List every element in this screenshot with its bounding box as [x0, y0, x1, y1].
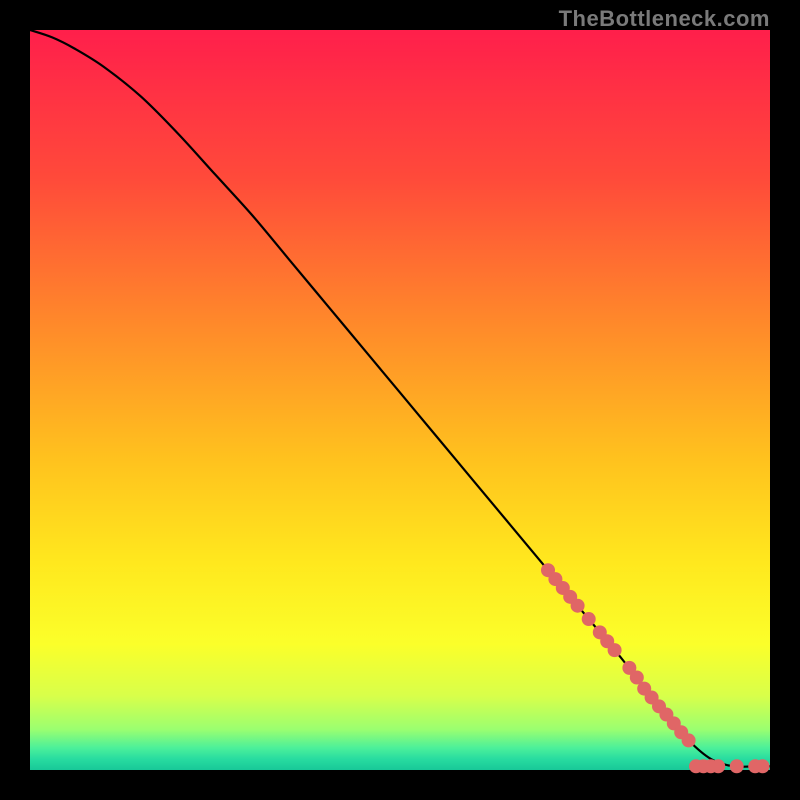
watermark-text: TheBottleneck.com	[559, 6, 770, 32]
data-marker	[582, 612, 596, 626]
data-marker	[730, 759, 744, 773]
curve-layer	[30, 30, 770, 770]
chart-container: TheBottleneck.com	[0, 0, 800, 800]
data-marker	[756, 759, 770, 773]
data-marker	[682, 733, 696, 747]
data-marker	[608, 643, 622, 657]
data-marker	[711, 759, 725, 773]
data-markers	[541, 563, 770, 773]
plot-area	[30, 30, 770, 770]
data-marker	[571, 599, 585, 613]
bottleneck-curve	[30, 30, 770, 767]
